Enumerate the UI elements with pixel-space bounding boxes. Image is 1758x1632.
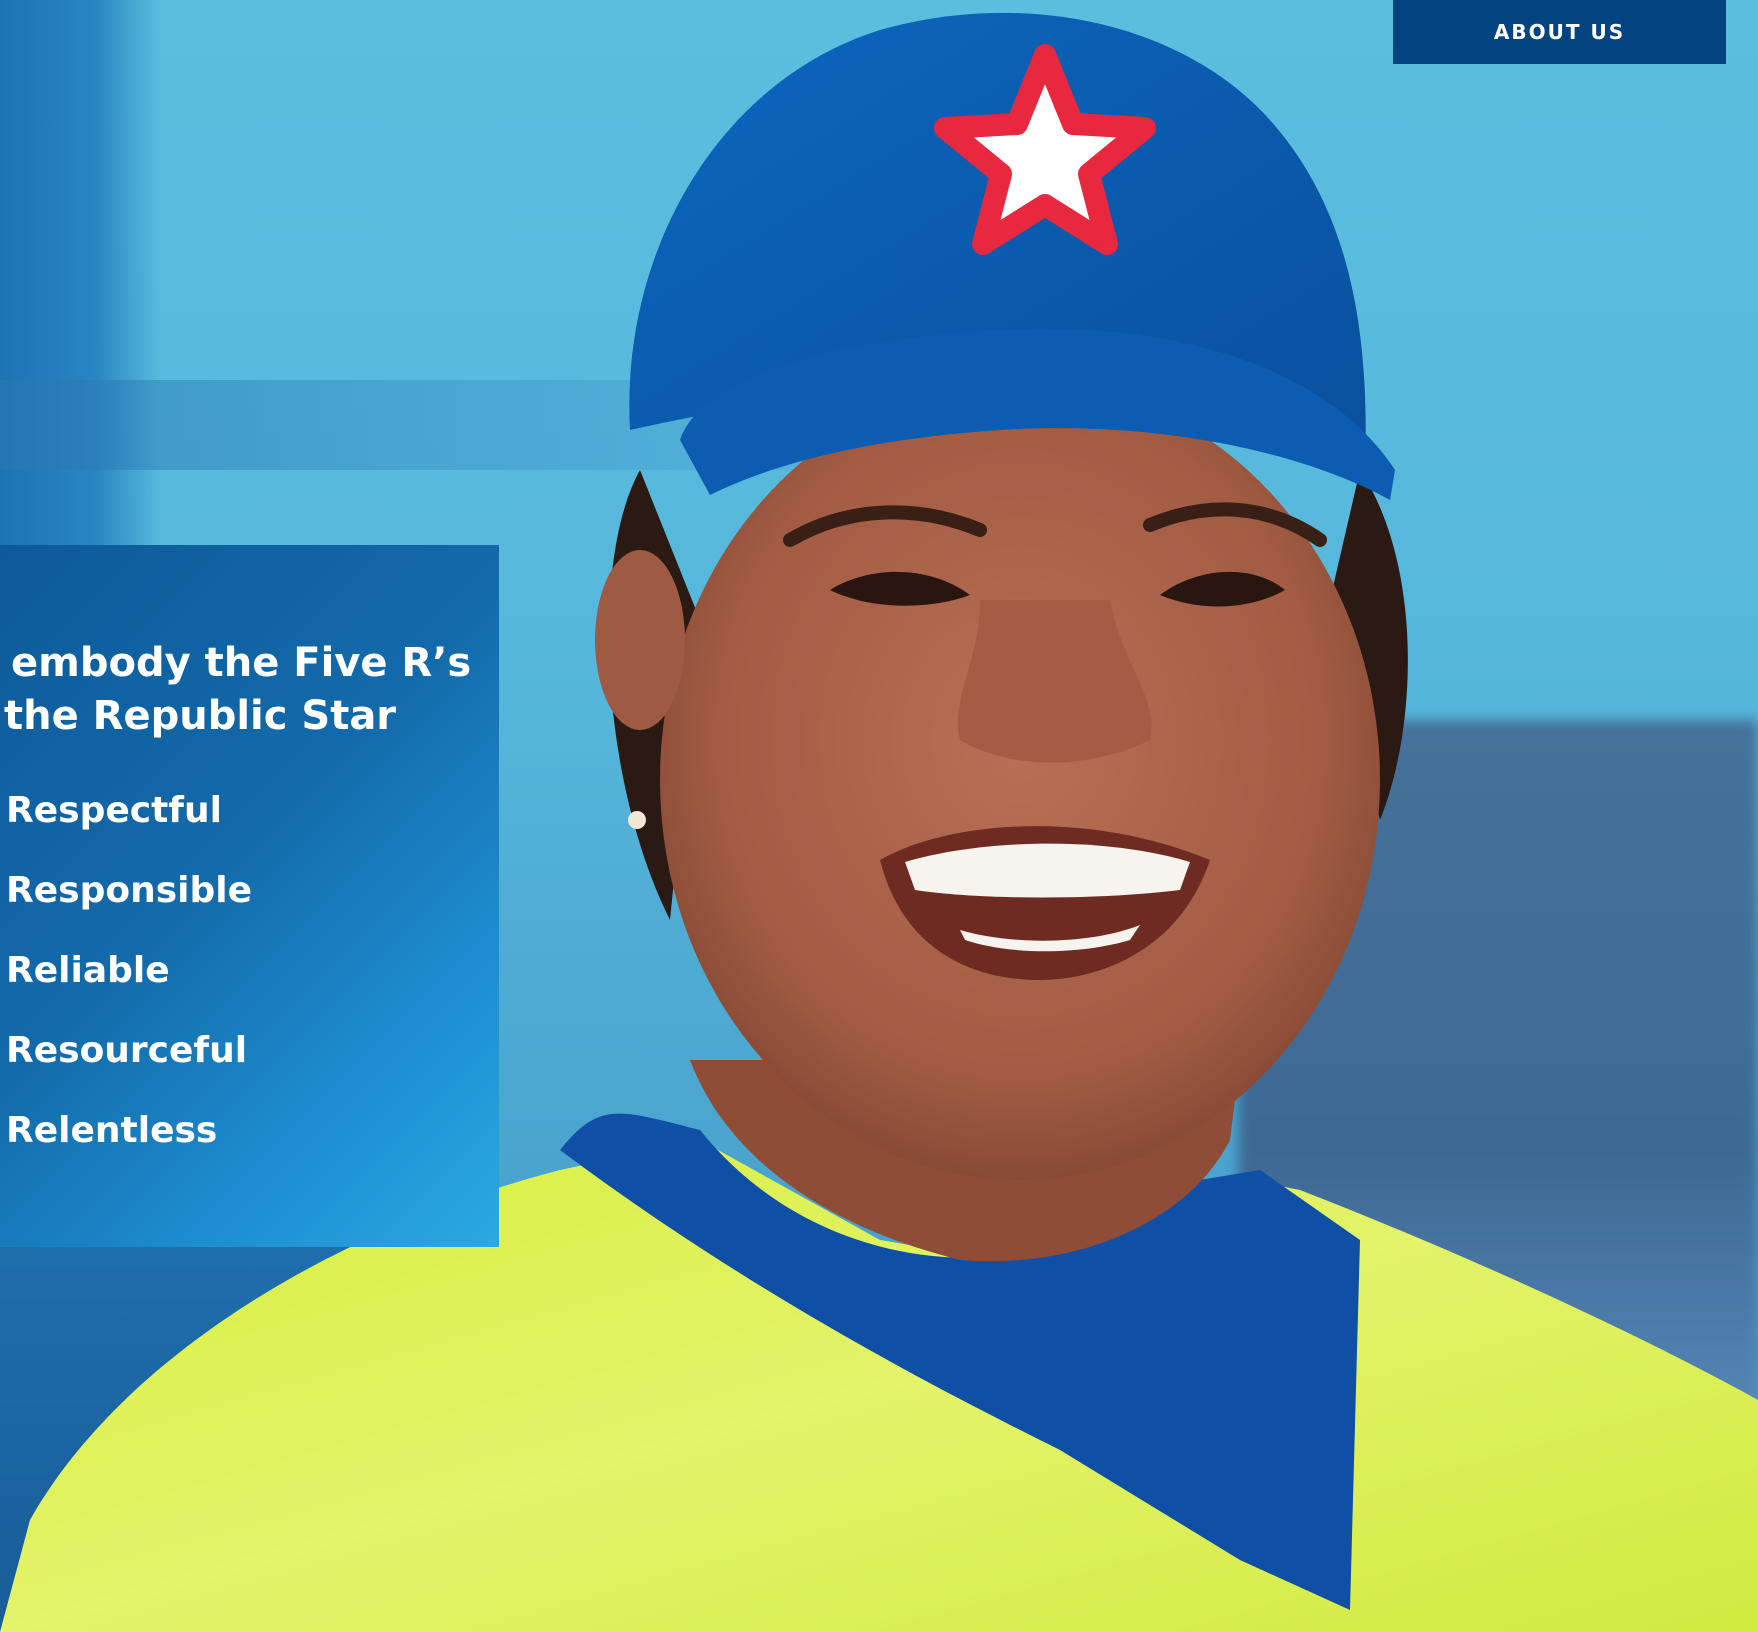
panel-heading-line2: the Republic Star bbox=[4, 693, 397, 739]
value-item-respectful: Respectful bbox=[6, 790, 222, 831]
values-list: Respectful Responsible Reliable Resource… bbox=[6, 785, 252, 1185]
values-panel: e embody the Five R’s the Republic Star … bbox=[0, 545, 499, 1247]
earring bbox=[628, 811, 646, 829]
value-item-relentless: Relentless bbox=[6, 1110, 218, 1151]
panel-heading: e embody the Five R’s the Republic Star bbox=[0, 637, 490, 743]
value-item-reliable: Reliable bbox=[6, 950, 170, 991]
ear bbox=[595, 550, 685, 730]
value-item-resourceful: Resourceful bbox=[6, 1030, 248, 1071]
face bbox=[660, 380, 1380, 1180]
page: ABOUT US e embody the Five R’s the Repub… bbox=[0, 0, 1758, 1632]
value-item-responsible: Responsible bbox=[6, 870, 252, 911]
panel-heading-line1: e embody the Five R’s bbox=[0, 640, 472, 686]
about-us-button[interactable]: ABOUT US bbox=[1393, 0, 1726, 64]
